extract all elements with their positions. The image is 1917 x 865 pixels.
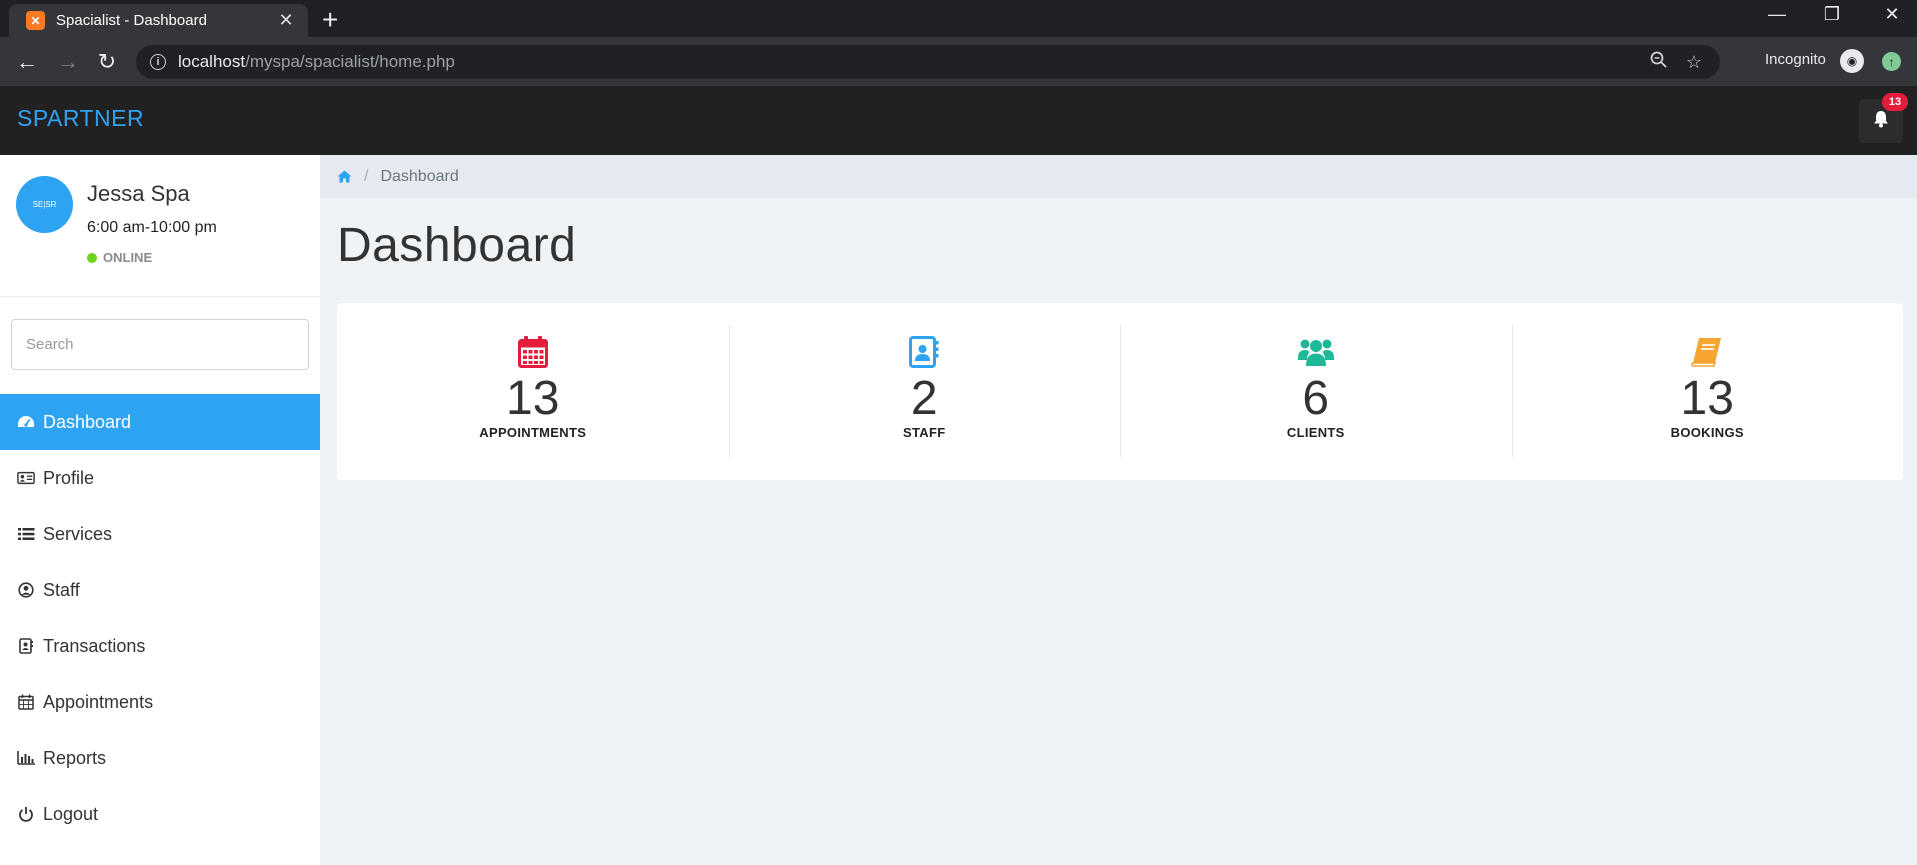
sidebar-item-profile[interactable]: Profile <box>0 450 320 506</box>
sidebar-item-label: Staff <box>43 579 80 600</box>
users-icon <box>1297 335 1334 369</box>
breadcrumb-current: Dashboard <box>380 167 459 185</box>
stat-label: STAFF <box>903 425 946 440</box>
stat-value: 6 <box>1302 372 1330 425</box>
contact-book-icon <box>909 335 939 369</box>
window-close-icon[interactable]: ✕ <box>1872 4 1912 25</box>
stat-label: BOOKINGS <box>1670 425 1744 440</box>
browser-toolbar: ← → ↻ i localhost/myspa/spacialist/home.… <box>0 37 1917 86</box>
new-tab-icon[interactable]: + <box>322 2 338 38</box>
sidebar-item-label: Services <box>43 523 113 544</box>
stat-value: 13 <box>506 372 560 425</box>
browser-tab[interactable]: ✕ Spacialist - Dashboard ✕ <box>9 4 308 37</box>
home-icon[interactable] <box>337 170 352 183</box>
browser-tab-strip: ✕ Spacialist - Dashboard ✕ + — ❐ ✕ <box>0 0 1917 37</box>
xampp-favicon-icon: ✕ <box>26 11 45 30</box>
book-icon <box>1691 335 1723 369</box>
notification-count-badge: 13 <box>1882 93 1908 111</box>
sidebar-item-staff[interactable]: Staff <box>0 562 320 618</box>
status-badge: ONLINE <box>87 250 152 265</box>
sidebar-item-services[interactable]: Services <box>0 506 320 562</box>
bell-icon <box>1873 110 1889 133</box>
tachometer-icon <box>17 414 35 430</box>
stat-appointments[interactable]: 13 APPOINTMENTS <box>337 303 729 480</box>
list-icon <box>17 527 35 541</box>
reload-icon[interactable]: ↻ <box>95 49 119 75</box>
stat-value: 2 <box>910 372 938 425</box>
update-icon[interactable]: ↑ <box>1882 52 1901 71</box>
bookmark-star-icon[interactable]: ☆ <box>1686 52 1702 73</box>
stats-card: 13 APPOINTMENTS 2 STAFF 6 CLIENTS 13 BOO… <box>337 303 1903 480</box>
sidebar-item-label: Transactions <box>43 635 146 656</box>
sidebar-item-label: Dashboard <box>43 411 132 432</box>
stat-label: APPOINTMENTS <box>479 425 587 440</box>
page-title: Dashboard <box>337 219 577 272</box>
sidebar-item-label: Profile <box>43 467 95 488</box>
contact-book-icon <box>17 638 35 654</box>
url-text: localhost/myspa/spacialist/home.php <box>178 52 455 71</box>
restore-icon[interactable]: ❐ <box>1812 4 1852 25</box>
zoom-icon[interactable] <box>1650 51 1668 74</box>
stat-bookings[interactable]: 13 BOOKINGS <box>1511 303 1904 480</box>
id-card-icon <box>17 471 35 485</box>
sidebar-item-appointments[interactable]: Appointments <box>0 674 320 730</box>
incognito-icon[interactable]: ◉ <box>1840 49 1864 73</box>
forward-icon[interactable]: → <box>56 49 80 75</box>
stat-staff[interactable]: 2 STAFF <box>728 303 1121 480</box>
sidebar-item-logout[interactable]: Logout <box>0 786 320 842</box>
search-input[interactable] <box>11 319 309 370</box>
sidebar-item-reports[interactable]: Reports <box>0 730 320 786</box>
power-icon <box>17 806 35 822</box>
user-name: Jessa Spa <box>87 181 190 206</box>
online-dot-icon <box>87 252 97 263</box>
user-circle-icon <box>17 582 35 598</box>
brand-logo[interactable]: SPARTNER <box>17 105 144 132</box>
status-text: ONLINE <box>103 250 153 265</box>
stat-value: 13 <box>1680 372 1734 425</box>
sidebar-item-label: Logout <box>43 803 99 824</box>
stat-label: CLIENTS <box>1286 425 1345 440</box>
calendar-icon <box>517 335 548 369</box>
calendar-icon <box>17 694 35 710</box>
address-bar[interactable]: i localhost/myspa/spacialist/home.php ☆ <box>136 45 1720 79</box>
minimize-icon[interactable]: — <box>1757 4 1797 25</box>
tab-title: Spacialist - Dashboard <box>56 12 207 29</box>
back-icon[interactable]: ← <box>15 49 39 75</box>
sidebar-item-label: Reports <box>43 747 107 768</box>
breadcrumb-separator: / <box>364 167 369 185</box>
app-header: SPARTNER 13 <box>0 86 1917 155</box>
user-profile-block: SE|SR Jessa Spa 6:00 am-10:00 pm ONLINE <box>0 155 320 297</box>
sidebar: SE|SR Jessa Spa 6:00 am-10:00 pm ONLINE … <box>0 155 320 865</box>
sidebar-menu: Dashboard Profile Services Staff Transac… <box>0 394 320 842</box>
sidebar-item-label: Appointments <box>43 691 154 712</box>
bar-chart-icon <box>17 751 35 765</box>
avatar[interactable]: SE|SR <box>16 176 73 233</box>
tab-close-icon[interactable]: ✕ <box>274 10 298 31</box>
sidebar-item-dashboard[interactable]: Dashboard <box>0 394 320 450</box>
stat-clients[interactable]: 6 CLIENTS <box>1120 303 1512 480</box>
breadcrumb: / Dashboard <box>320 155 1917 198</box>
sidebar-item-transactions[interactable]: Transactions <box>0 618 320 674</box>
business-hours: 6:00 am-10:00 pm <box>87 219 217 236</box>
site-info-icon[interactable]: i <box>150 54 166 70</box>
profile-label: Incognito <box>1765 51 1826 68</box>
